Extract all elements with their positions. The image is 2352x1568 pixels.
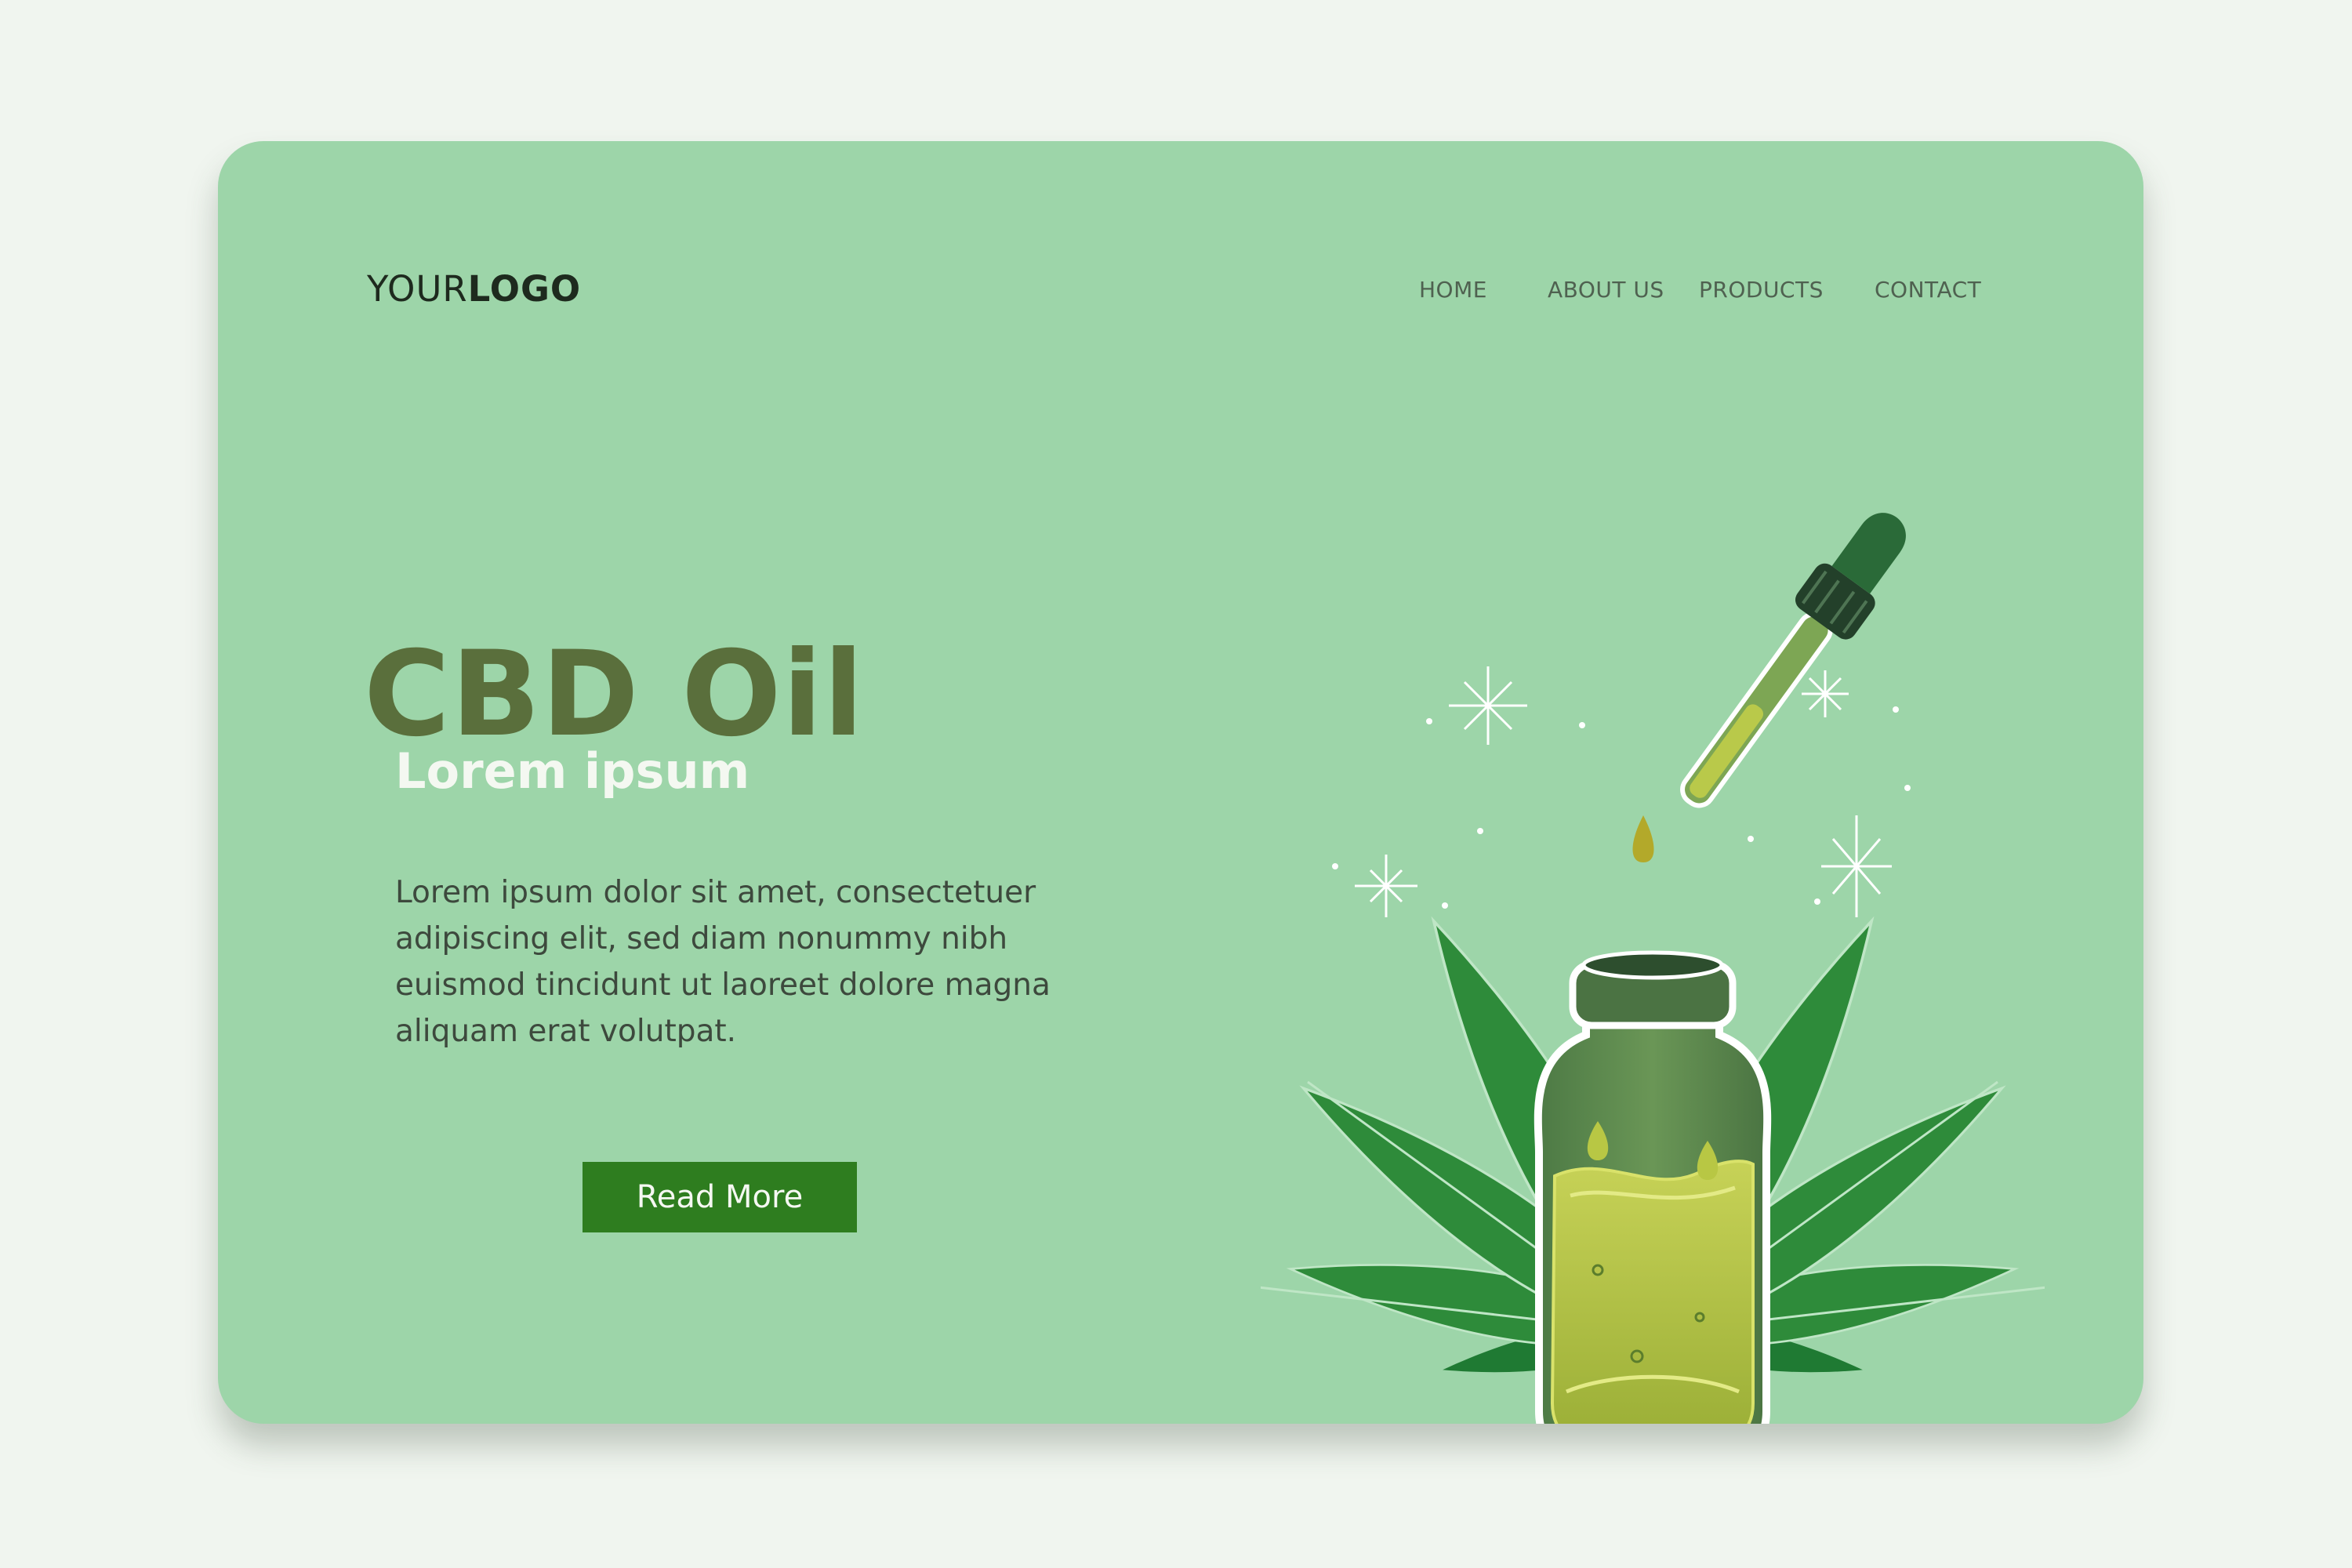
illustration-svg	[1261, 513, 2045, 1424]
nav-home-link[interactable]: HOME	[1419, 277, 1487, 303]
main-nav: HOME ABOUT US PRODUCTS CONTACT	[218, 277, 2143, 308]
sparkle-dots	[1332, 706, 1911, 909]
hero-description: Lorem ipsum dolor sit amet, consectetuer…	[395, 875, 1051, 1049]
dropper-icon	[1680, 513, 1906, 808]
sparkle-icon	[1355, 666, 1892, 917]
nav-contact-link[interactable]: CONTACT	[1875, 277, 1981, 303]
cbd-oil-illustration	[1261, 353, 2045, 1424]
hero-title: CBD Oil	[364, 626, 865, 763]
read-more-button[interactable]: Read More	[583, 1162, 857, 1232]
nav-products-link[interactable]: PRODUCTS	[1699, 277, 1824, 303]
oil-drop	[1632, 815, 1654, 862]
landing-card: YOURLOGO HOME ABOUT US PRODUCTS CONTACT …	[218, 141, 2143, 1424]
oil-bottle-icon	[1534, 950, 1772, 1424]
hero-subtitle: Lorem ipsum	[395, 742, 750, 800]
nav-about-us-link[interactable]: ABOUT US	[1548, 277, 1664, 303]
